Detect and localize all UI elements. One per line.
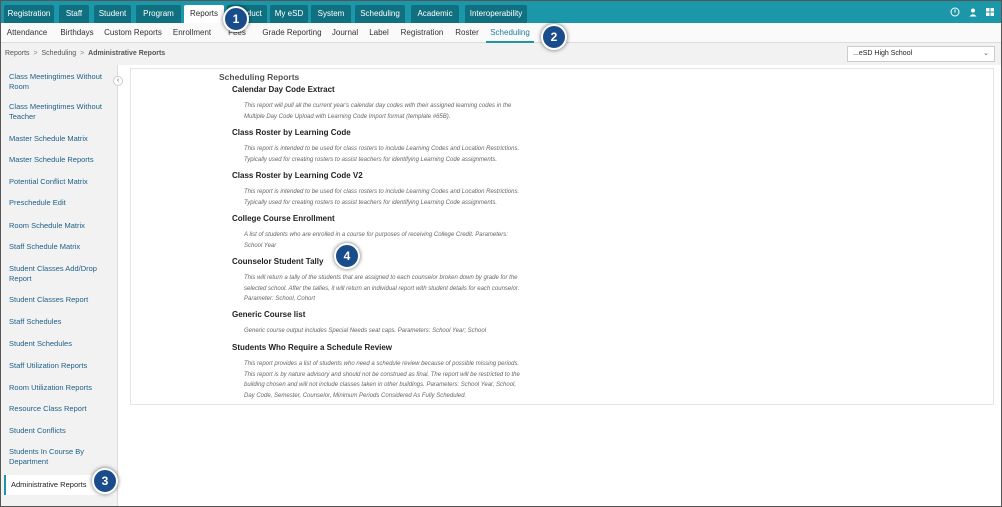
- breadcrumb-current: Administrative Reports: [88, 50, 166, 57]
- sidebar-item-room-schedule-matrix[interactable]: Room Schedule Matrix: [9, 221, 113, 231]
- sidebar-item-potential-conflict-matrix[interactable]: Potential Conflict Matrix: [9, 177, 113, 187]
- callout-marker-3: 3: [92, 468, 118, 494]
- sidebar-item-staff-utilization-reports[interactable]: Staff Utilization Reports: [9, 361, 113, 371]
- breadcrumb-separator: >: [33, 50, 38, 57]
- top-tab-student[interactable]: Student: [94, 5, 131, 23]
- report-description: Generic course output includes Special N…: [244, 326, 564, 337]
- chevron-down-icon: ⌄: [983, 50, 989, 57]
- sub-tab-scheduling[interactable]: Scheduling: [486, 23, 534, 43]
- report-description-line: Typically used for creating rosters to a…: [244, 199, 498, 206]
- sidebar: Class Meetingtimes Without Room Class Me…: [1, 65, 118, 506]
- app-window: Registration Staff Student Program Repor…: [0, 0, 1002, 507]
- breadcrumb: Reports > Scheduling > Administrative Re…: [5, 43, 165, 65]
- sidebar-item-student-schedules[interactable]: Student Schedules: [9, 339, 113, 349]
- report-description: This report provides a list of students …: [244, 359, 564, 401]
- sidebar-item-room-utilization-reports[interactable]: Room Utilization Reports: [9, 383, 113, 393]
- sub-tab-journal[interactable]: Journal: [329, 23, 361, 43]
- callout-marker-1: 1: [223, 6, 249, 32]
- callout-marker-2: 2: [541, 24, 567, 50]
- sidebar-item-student-classes-report[interactable]: Student Classes Report: [9, 295, 113, 305]
- report-description-line: This report will pull all the current ye…: [244, 103, 512, 109]
- top-tab-scheduling[interactable]: Scheduling: [355, 5, 405, 23]
- report-description: A list of students who are enrolled in a…: [244, 230, 564, 251]
- top-tab-interoperability[interactable]: Interoperability: [465, 5, 527, 23]
- collapse-sidebar-button[interactable]: ‹: [113, 76, 123, 86]
- report-description-line: selected school. After the tallies, it w…: [244, 285, 520, 292]
- breadcrumb-scheduling[interactable]: Scheduling: [42, 50, 77, 57]
- sub-nav-bar: Attendance Birthdays Custom Reports Enro…: [1, 23, 1001, 43]
- sidebar-item-preschedule-edit[interactable]: Preschedule Edit: [9, 198, 113, 208]
- report-link-class-roster-by-learning-code-v2[interactable]: Class Roster by Learning Code V2: [232, 171, 363, 180]
- report-description: This report is intended to be used for c…: [244, 187, 564, 208]
- sub-tab-birthdays[interactable]: Birthdays: [57, 23, 97, 43]
- sub-tab-attendance[interactable]: Attendance: [5, 23, 49, 43]
- callout-marker-4: 4: [334, 243, 360, 269]
- report-description-line: This will return a tally of the students…: [244, 275, 518, 281]
- sidebar-item-staff-schedule-matrix[interactable]: Staff Schedule Matrix: [9, 242, 113, 252]
- breadcrumb-row: Reports > Scheduling > Administrative Re…: [1, 43, 1001, 65]
- help-icon[interactable]: [950, 7, 960, 17]
- sidebar-item-staff-schedules[interactable]: Staff Schedules: [9, 317, 113, 327]
- top-tab-system[interactable]: System: [311, 5, 351, 23]
- school-select[interactable]: ...eSD High School ⌄: [847, 46, 995, 62]
- breadcrumb-reports[interactable]: Reports: [5, 50, 30, 57]
- report-description-line: This report is intended to be used for c…: [244, 189, 520, 195]
- report-description-line: A list of students who are enrolled in a…: [244, 232, 508, 238]
- report-description-line: Typically used for creating rosters to a…: [244, 156, 498, 163]
- sub-tab-custom-reports[interactable]: Custom Reports: [102, 23, 164, 43]
- report-link-class-roster-by-learning-code[interactable]: Class Roster by Learning Code: [232, 128, 351, 137]
- report-description: This will return a tally of the students…: [244, 273, 564, 305]
- top-tab-academic[interactable]: Academic: [411, 5, 459, 23]
- report-description-line: Day Code, Semester, Counselor, Minimum P…: [244, 392, 467, 399]
- top-tab-staff[interactable]: Staff: [59, 5, 89, 23]
- top-tab-program[interactable]: Program: [136, 5, 181, 23]
- school-select-value: ...eSD High School: [853, 50, 913, 57]
- breadcrumb-separator: >: [80, 50, 85, 57]
- report-link-calendar-day-code-extract[interactable]: Calendar Day Code Extract: [232, 85, 335, 94]
- top-tab-my-esd[interactable]: My eSD: [270, 5, 308, 23]
- sidebar-item-student-conflicts[interactable]: Student Conflicts: [9, 426, 113, 436]
- top-nav-bar: Registration Staff Student Program Repor…: [1, 1, 1001, 23]
- report-link-generic-course-list[interactable]: Generic Course list: [232, 310, 305, 319]
- report-description: This report will pull all the current ye…: [244, 101, 564, 122]
- report-description-line: School Year: [244, 242, 277, 249]
- report-description-line: This report is by nature advisory and sh…: [244, 371, 520, 378]
- section-title: Scheduling Reports: [219, 72, 300, 82]
- sidebar-item-resource-class-report[interactable]: Resource Class Report: [9, 404, 113, 414]
- user-icon[interactable]: [968, 7, 978, 17]
- report-description-line: Parameter: School, Cohort: [244, 296, 316, 302]
- sub-tab-roster[interactable]: Roster: [452, 23, 482, 43]
- sidebar-item-master-schedule-reports[interactable]: Master Schedule Reports: [9, 155, 113, 165]
- sidebar-item-class-meetingtimes-without-teacher[interactable]: Class Meetingtimes Without Teacher: [9, 102, 113, 122]
- sub-tab-registration[interactable]: Registration: [398, 23, 446, 43]
- report-description-line: building chosen and will not include cla…: [244, 382, 517, 388]
- report-description-line: Multiple Day Code Upload with Learning C…: [244, 113, 451, 120]
- report-link-college-course-enrollment[interactable]: College Course Enrollment: [232, 214, 335, 223]
- report-description-line: Generic course output includes Special N…: [244, 328, 487, 334]
- top-tab-reports[interactable]: Reports: [184, 5, 224, 23]
- sidebar-item-students-in-course-by-department[interactable]: Students In Course By Department: [9, 447, 113, 467]
- sub-tab-grade-reporting[interactable]: Grade Reporting: [260, 23, 324, 43]
- report-description-line: This report provides a list of students …: [244, 361, 520, 367]
- top-tab-registration[interactable]: Registration: [4, 5, 54, 23]
- report-description: This report is intended to be used for c…: [244, 144, 564, 165]
- sub-tab-label[interactable]: Label: [366, 23, 392, 43]
- sidebar-item-student-classes-add-drop-report[interactable]: Student Classes Add/Drop Report: [9, 264, 113, 284]
- report-description-line: This report is intended to be used for c…: [244, 146, 520, 152]
- apps-icon[interactable]: [985, 7, 995, 17]
- sidebar-item-master-schedule-matrix[interactable]: Master Schedule Matrix: [9, 134, 113, 144]
- report-link-counselor-student-tally[interactable]: Counselor Student Tally: [232, 257, 323, 266]
- sub-tab-enrollment[interactable]: Enrollment: [170, 23, 214, 43]
- report-link-students-who-require-a-schedule-review[interactable]: Students Who Require a Schedule Review: [232, 343, 392, 352]
- sidebar-item-class-meetingtimes-without-room[interactable]: Class Meetingtimes Without Room: [9, 72, 113, 92]
